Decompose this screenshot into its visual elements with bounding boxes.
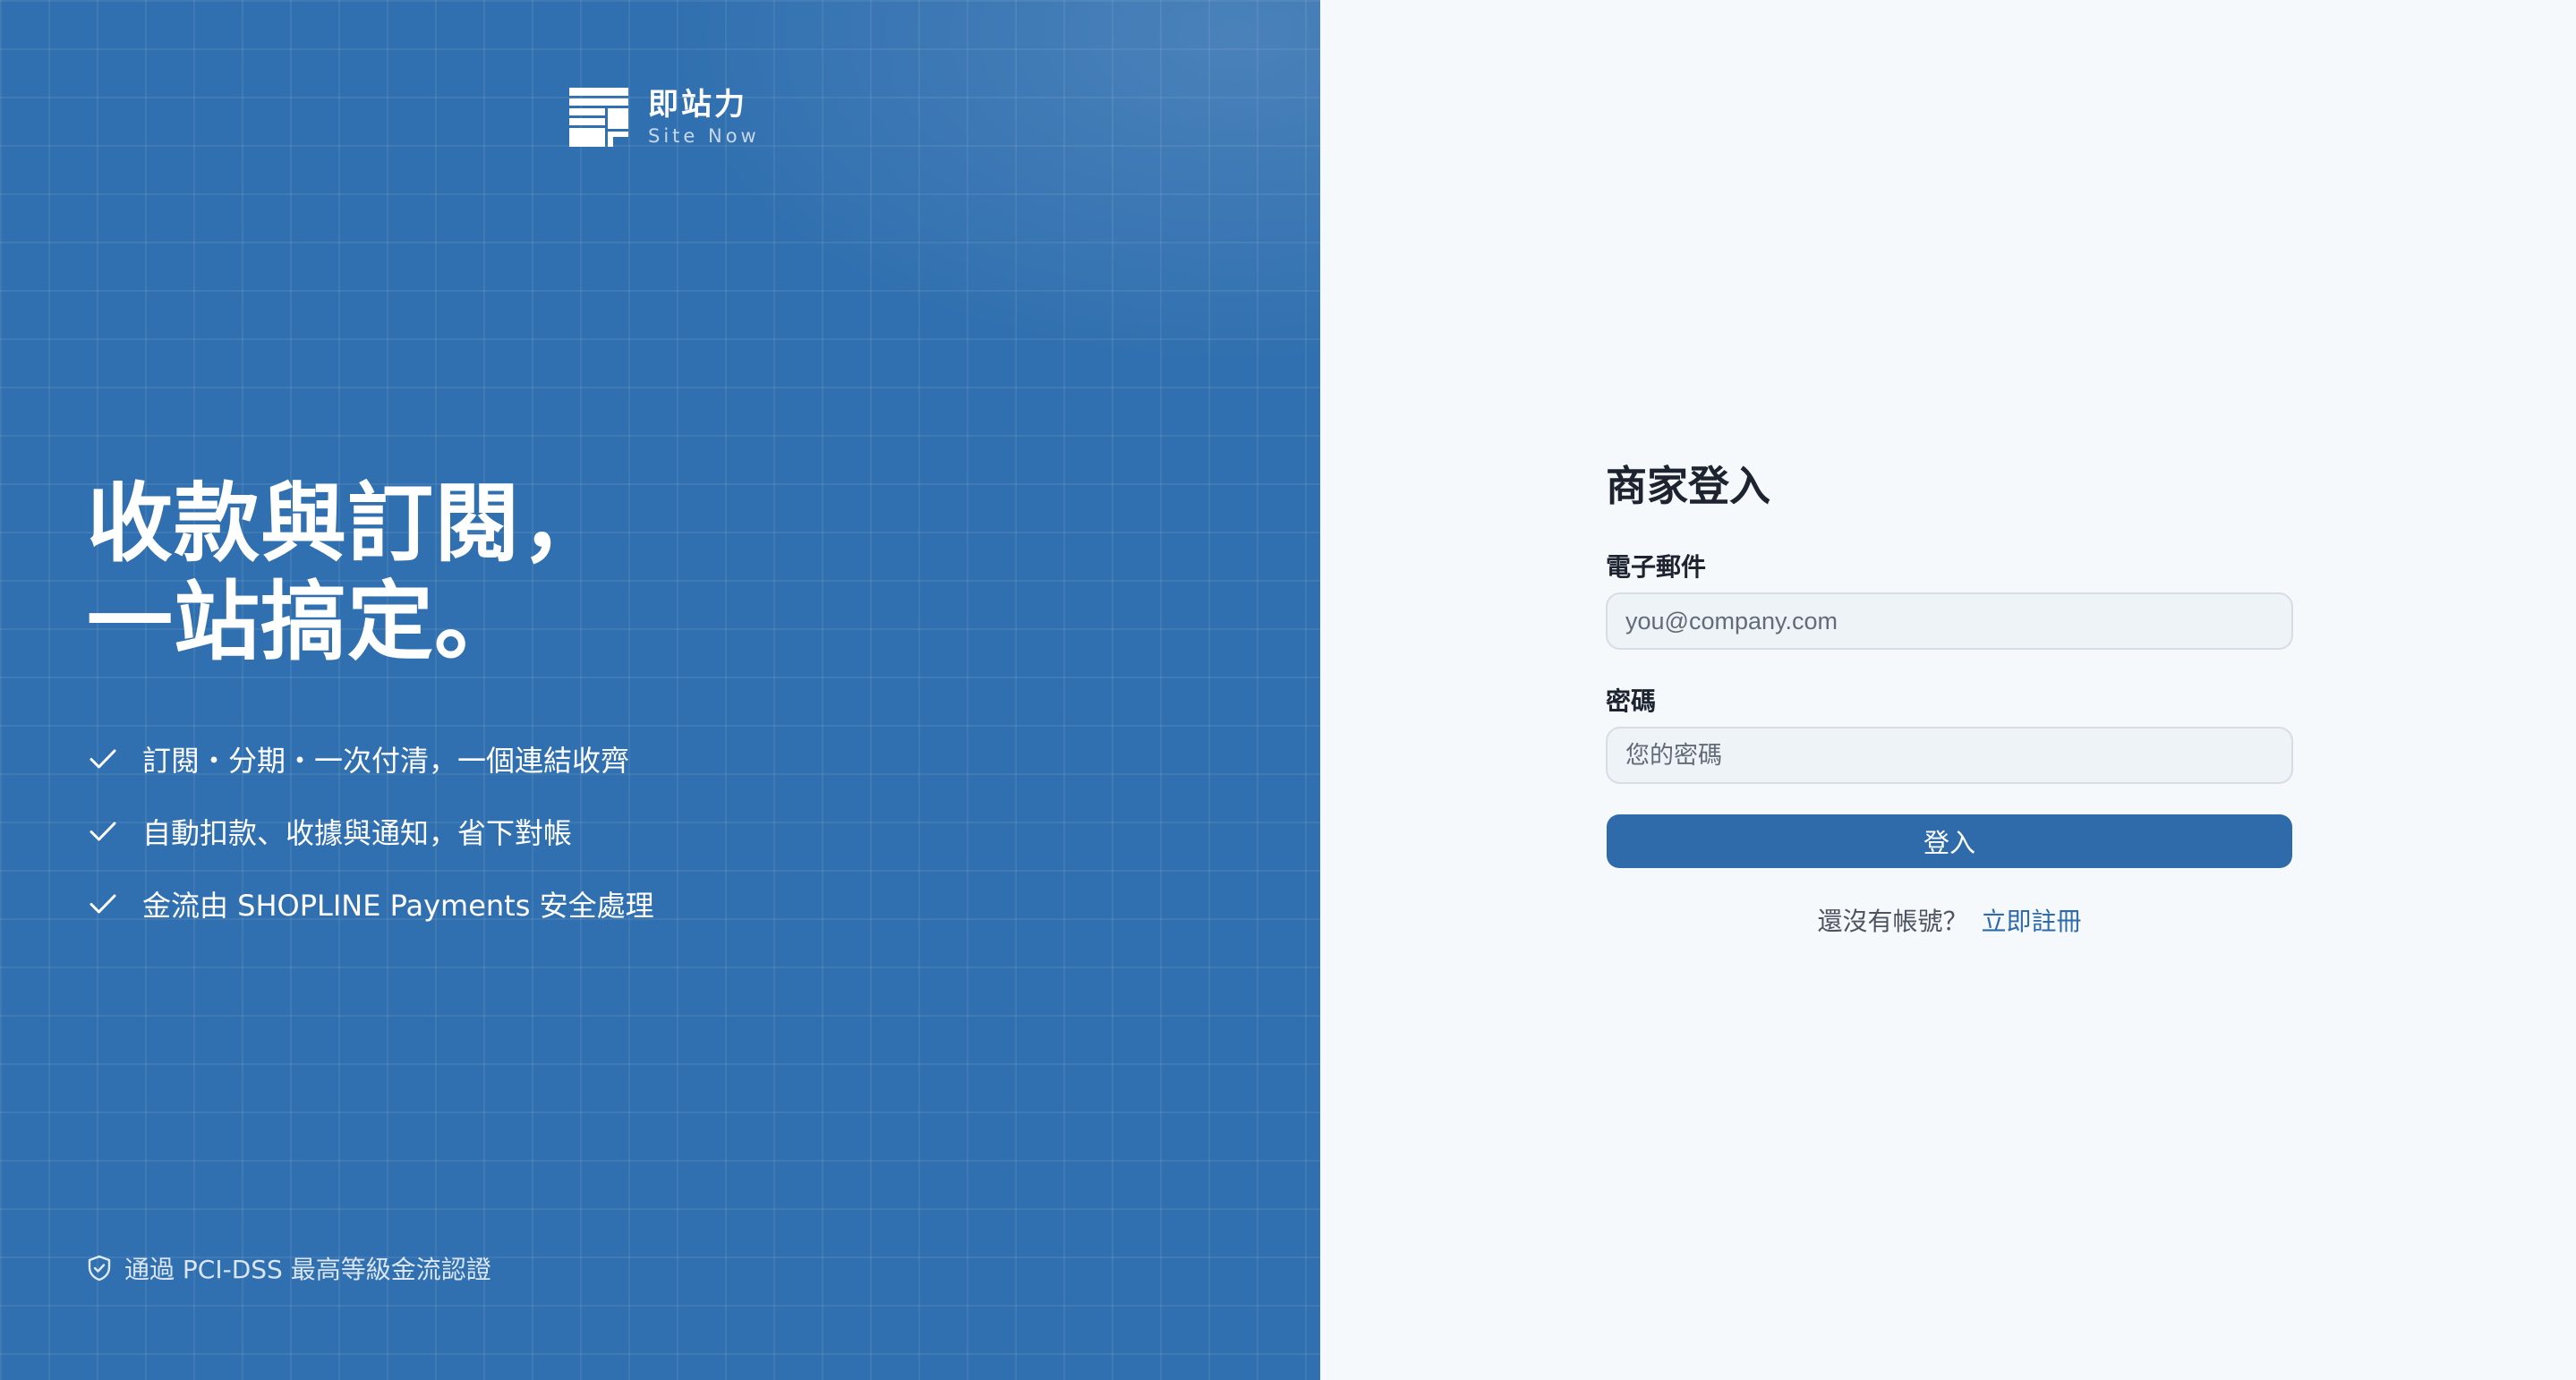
check-icon [90, 894, 116, 914]
brand-name-cn: 即站力 [648, 86, 747, 123]
signup-prompt-text: 還沒有帳號？ [1817, 907, 1968, 936]
signup-link[interactable]: 立即註冊 [1981, 907, 2081, 936]
email-label: 電子郵件 [1606, 552, 1707, 582]
login-title: 商家登入 [1606, 462, 1770, 510]
feature-text: 金流由 SHOPLINE Payments 安全處理 [142, 889, 654, 923]
headline-line-1: 收款與訂閱， [87, 473, 608, 574]
security-badge-text: 通過 PCI-DSS 最高等級金流認證 [124, 1255, 491, 1284]
login-button[interactable]: 登入 [1607, 814, 2292, 868]
feature-text: 訂閱・分期・一次付清，一個連結收齊 [142, 744, 630, 778]
hero-headline: 收款與訂閱， 一站搞定。 [87, 474, 608, 671]
shield-check-icon [88, 1255, 111, 1282]
signup-prompt: 還沒有帳號？ 立即註冊 [1606, 902, 2293, 938]
login-panel: 商家登入 電子郵件 密碼 登入 還沒有帳號？ 立即註冊 [1320, 0, 2576, 1380]
feature-list: 訂閱・分期・一次付清，一個連結收齊 自動扣款、收據與通知，省下對帳 金流由 SH… [87, 734, 654, 951]
security-badge: 通過 PCI-DSS 最高等級金流認證 [87, 1250, 491, 1286]
brand-wordmark: 即站力 Site Now [648, 89, 760, 146]
marketing-panel: 即站力 Site Now 收款與訂閱， 一站搞定。 訂閱・分期・一次付清，一個連… [0, 0, 1320, 1380]
feature-item: 訂閱・分期・一次付清，一個連結收齊 [87, 734, 654, 784]
password-label: 密碼 [1606, 686, 1657, 716]
password-field[interactable] [1606, 727, 2293, 784]
feature-item: 金流由 SHOPLINE Payments 安全處理 [87, 879, 654, 929]
login-page: 即站力 Site Now 收款與訂閱， 一站搞定。 訂閱・分期・一次付清，一個連… [0, 0, 2576, 1380]
check-icon [90, 822, 116, 841]
brand-name-en: Site Now [648, 124, 760, 147]
site-now-logo-icon [569, 88, 628, 147]
brand-logo: 即站力 Site Now [569, 88, 760, 147]
feature-item: 自動扣款、收據與通知，省下對帳 [87, 806, 654, 856]
headline-line-2: 一站搞定。 [87, 572, 521, 672]
email-field[interactable] [1606, 592, 2293, 650]
login-form: 商家登入 電子郵件 密碼 登入 還沒有帳號？ 立即註冊 [1606, 456, 2293, 938]
check-icon [90, 749, 116, 769]
feature-text: 自動扣款、收據與通知，省下對帳 [142, 816, 573, 850]
